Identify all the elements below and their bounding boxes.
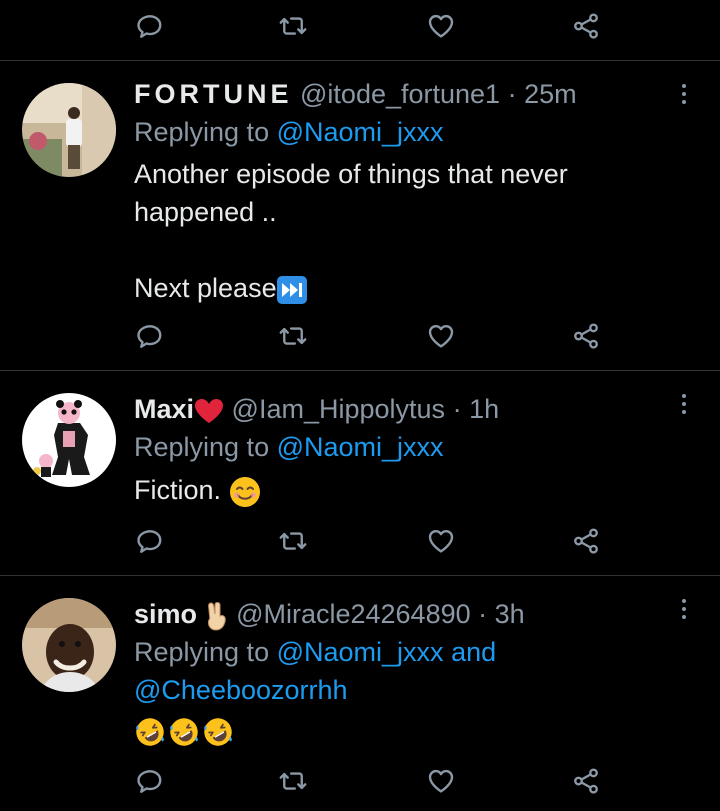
avatar[interactable] xyxy=(22,393,116,487)
replying-to: Replying to @Naomi_jxxx xyxy=(134,113,444,151)
replying-prefix: Replying to xyxy=(134,432,270,462)
tweet-text-line: Another episode of things that never xyxy=(134,159,568,189)
more-options-icon[interactable] xyxy=(672,389,696,419)
rolling-on-floor-laughing-emoji xyxy=(168,716,200,748)
smiling-face-emoji xyxy=(229,476,261,508)
author-handle[interactable]: @itode_fortune1 xyxy=(300,79,500,109)
retweet-icon[interactable] xyxy=(273,316,313,356)
share-icon[interactable] xyxy=(566,316,606,356)
tweet-text: Fiction. xyxy=(134,471,261,509)
tweet-actions xyxy=(0,751,720,811)
separator: · xyxy=(507,79,517,109)
avatar[interactable] xyxy=(22,598,116,692)
replying-to: Replying to @Naomi_jxxx xyxy=(134,428,444,466)
like-icon[interactable] xyxy=(421,316,461,356)
reply-icon[interactable] xyxy=(130,761,170,801)
red-heart-emoji xyxy=(194,398,224,424)
more-options-icon[interactable] xyxy=(672,594,696,624)
rolling-on-floor-laughing-emoji xyxy=(202,716,234,748)
author-name[interactable]: Maxi xyxy=(134,394,194,424)
reply-icon[interactable] xyxy=(130,521,170,561)
share-icon[interactable] xyxy=(566,6,606,46)
tweet-actions-top xyxy=(0,0,720,60)
mention-link[interactable]: @Cheeboozorrhh xyxy=(134,675,348,705)
avatar[interactable] xyxy=(22,83,116,177)
replying-prefix: Replying to xyxy=(134,117,270,147)
reply-icon[interactable] xyxy=(130,316,170,356)
like-icon[interactable] xyxy=(421,6,461,46)
share-icon[interactable] xyxy=(566,761,606,801)
replying-prefix: Replying to xyxy=(134,637,270,667)
more-options-icon[interactable] xyxy=(672,79,696,109)
victory-hand-emoji xyxy=(205,601,229,631)
author-handle[interactable]: @Iam_Hippolytus xyxy=(232,394,446,424)
tweet-text-content: Fiction. xyxy=(134,475,222,505)
tweet-header: Maxi @Iam_Hippolytus · 1h xyxy=(134,393,499,425)
mention-link[interactable]: @Naomi_jxxx xyxy=(277,637,444,667)
mention-link[interactable]: @Naomi_jxxx xyxy=(277,432,444,462)
timestamp[interactable]: 25m xyxy=(524,79,577,109)
reply-icon[interactable] xyxy=(130,6,170,46)
mention-joiner: and xyxy=(451,637,497,667)
tweet-text-line: Next please xyxy=(134,273,277,303)
mention-link[interactable]: @Naomi_jxxx xyxy=(277,117,444,147)
author-name[interactable]: FORTUNE xyxy=(134,79,293,109)
rolling-on-floor-laughing-emoji xyxy=(134,716,166,748)
tweet-emojis xyxy=(134,716,234,748)
tweet-actions xyxy=(0,306,720,366)
tweet-header: FORTUNE @itode_fortune1 · 25m xyxy=(134,78,577,110)
separator: · xyxy=(452,394,462,424)
retweet-icon[interactable] xyxy=(273,521,313,561)
divider xyxy=(0,370,720,371)
timestamp[interactable]: 1h xyxy=(469,394,499,424)
tweet-text: Another episode of things that never hap… xyxy=(134,155,568,307)
divider xyxy=(0,60,720,61)
like-icon[interactable] xyxy=(421,521,461,561)
author-handle[interactable]: @Miracle24264890 xyxy=(236,599,471,629)
tweet-actions xyxy=(0,511,720,571)
retweet-icon[interactable] xyxy=(273,6,313,46)
share-icon[interactable] xyxy=(566,521,606,561)
timestamp[interactable]: 3h xyxy=(495,599,525,629)
retweet-icon[interactable] xyxy=(273,761,313,801)
replying-to: Replying to @Naomi_jxxx and @Cheeboozorr… xyxy=(134,633,694,709)
divider xyxy=(0,575,720,576)
author-name[interactable]: simo xyxy=(134,599,197,629)
next-track-button-emoji xyxy=(276,275,307,304)
like-icon[interactable] xyxy=(421,761,461,801)
tweet-header: simo @Miracle24264890 · 3h xyxy=(134,598,525,631)
tweet-text-line: happened .. xyxy=(134,197,277,227)
separator: · xyxy=(478,599,488,629)
